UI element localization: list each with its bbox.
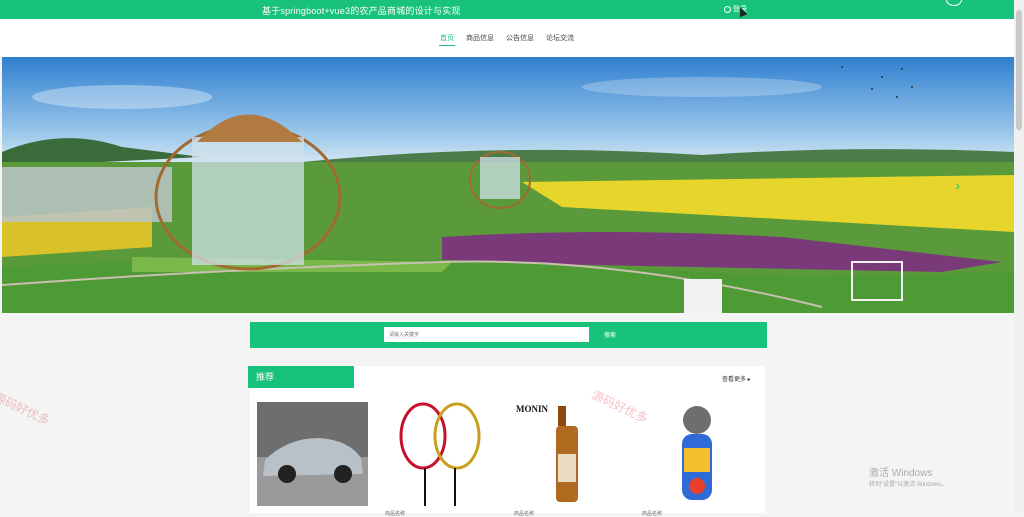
banner-carousel[interactable]: › (2, 57, 1014, 313)
search-input[interactable] (384, 327, 589, 342)
activation-subtitle: 转到"设置"以激活 Windows。 (869, 482, 948, 488)
activation-title: 激活 Windows (869, 468, 933, 479)
search-button[interactable]: 搜索 (604, 330, 616, 339)
section-title: 推荐 (248, 366, 354, 388)
product-name: 商品名称 (514, 511, 535, 517)
nav-item-home[interactable]: 首页 (439, 31, 455, 46)
avatar[interactable] (946, 0, 962, 6)
product-image (257, 402, 368, 506)
view-more-link[interactable]: 查看更多 ▸ (722, 374, 751, 383)
search-bar: 搜索 (250, 322, 767, 348)
product-image: MONIN (514, 402, 625, 506)
chevron-right-icon[interactable]: › (955, 177, 960, 193)
watermark-text: 源码好优多 (0, 389, 52, 428)
scrollbar-thumb[interactable] (1016, 10, 1022, 130)
main-nav: 首页 商品信息 公告信息 论坛交流 (0, 19, 1014, 58)
brand-text: MONIN (516, 404, 548, 414)
product-card-car[interactable] (257, 402, 368, 506)
product-card-racket[interactable] (385, 402, 496, 506)
nav-item-forum[interactable]: 论坛交流 (545, 31, 575, 45)
product-image (642, 402, 753, 506)
site-title: 基于springboot+vue3的农产品商城的设计与实现 (262, 6, 461, 16)
product-name: 商品名称 (385, 511, 406, 517)
user-icon (724, 5, 731, 13)
product-name: 商品名称 (642, 511, 663, 517)
banner-image (2, 57, 1014, 313)
nav-item-notices[interactable]: 公告信息 (505, 31, 535, 45)
top-header-bar: 基于springboot+vue3的农产品商城的设计与实现 登录 (0, 0, 1014, 19)
product-image (385, 402, 496, 506)
product-card-drink[interactable] (642, 402, 753, 506)
product-card-syrup[interactable]: MONIN (514, 402, 625, 506)
recommend-section: 推荐 查看更多 ▸ MONIN 商品名称 商品名称 商品名称 (248, 366, 765, 517)
nav-item-products[interactable]: 商品信息 (465, 31, 495, 45)
